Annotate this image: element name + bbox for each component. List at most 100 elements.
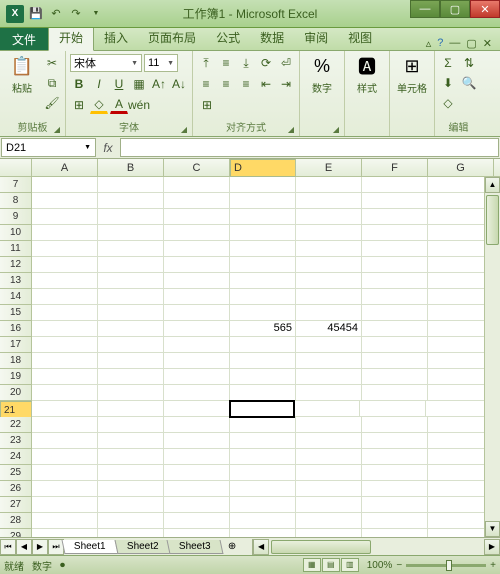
zoom-in-icon[interactable]: + [490,560,496,571]
save-icon[interactable]: 💾 [28,6,44,22]
cell[interactable] [230,433,296,449]
cell[interactable] [164,305,230,321]
row-header[interactable]: 20 [0,385,32,401]
view-pagelayout-icon[interactable]: ▤ [322,558,340,572]
scroll-down-icon[interactable]: ▼ [485,521,500,537]
wrap-text-icon[interactable]: ⏎ [277,54,295,72]
cell[interactable] [296,465,362,481]
cell[interactable] [362,305,428,321]
clear-icon[interactable]: ◇ [439,94,457,112]
cell[interactable] [296,337,362,353]
cell[interactable] [98,369,164,385]
cell[interactable] [98,385,164,401]
grid-body[interactable]: 7891011121314151656545454171819202122232… [0,177,500,537]
cell[interactable] [32,433,98,449]
cells-button[interactable]: ⊞ 单元格 [394,54,430,95]
underline-button[interactable]: U [110,75,128,93]
cell[interactable] [362,257,428,273]
cell[interactable] [164,401,230,417]
cell[interactable] [296,449,362,465]
cell[interactable] [98,305,164,321]
row-header[interactable]: 7 [0,177,32,193]
cell[interactable] [296,529,362,537]
cell[interactable] [230,449,296,465]
row-header[interactable]: 16 [0,321,32,337]
cell[interactable]: 565 [230,321,296,337]
cell[interactable] [98,449,164,465]
zoom-out-icon[interactable]: − [396,560,402,571]
cell[interactable] [164,497,230,513]
maximize-button[interactable]: ▢ [440,0,470,18]
cell[interactable] [296,241,362,257]
align-top-icon[interactable]: ⤒ [197,54,215,72]
cell[interactable] [32,305,98,321]
cell[interactable] [296,497,362,513]
cell[interactable] [164,321,230,337]
number-dialog-icon[interactable]: ◢ [333,125,339,134]
row-header[interactable]: 19 [0,369,32,385]
cell[interactable] [32,289,98,305]
redo-icon[interactable]: ↷ [68,6,84,22]
hscroll-thumb[interactable] [271,540,371,554]
cell[interactable] [230,289,296,305]
cell[interactable] [362,513,428,529]
align-center-icon[interactable]: ≡ [217,75,235,93]
row-header[interactable]: 23 [0,433,32,449]
cell[interactable] [164,353,230,369]
cell[interactable] [32,369,98,385]
cell[interactable] [98,257,164,273]
cell[interactable] [362,481,428,497]
row-header[interactable]: 8 [0,193,32,209]
grow-font-icon[interactable]: A↑ [150,75,168,93]
select-all-corner[interactable] [0,159,32,176]
cell[interactable] [164,193,230,209]
cell[interactable] [362,225,428,241]
vscroll-thumb[interactable] [486,195,499,245]
cell[interactable] [294,401,360,417]
cell[interactable] [362,193,428,209]
cell[interactable] [98,481,164,497]
row-header[interactable]: 13 [0,273,32,289]
copy-icon[interactable]: ⧉ [43,74,61,92]
row-header[interactable]: 26 [0,481,32,497]
cell[interactable] [296,177,362,193]
scroll-up-icon[interactable]: ▲ [485,177,500,193]
cell[interactable] [98,497,164,513]
cell[interactable] [32,193,98,209]
row-header[interactable]: 25 [0,465,32,481]
cell[interactable] [362,353,428,369]
sheet-tab[interactable]: Sheet3 [167,540,224,554]
cell[interactable] [32,241,98,257]
cell[interactable] [230,481,296,497]
increase-indent-icon[interactable]: ⇥ [277,75,295,93]
clipboard-dialog-icon[interactable]: ◢ [54,125,60,134]
new-sheet-icon[interactable]: ⊕ [222,541,242,552]
cell[interactable] [98,193,164,209]
border-button[interactable]: ▦ [130,75,148,93]
cell[interactable] [296,273,362,289]
fill-icon[interactable]: ⬇ [439,74,457,92]
cell[interactable] [362,369,428,385]
cell[interactable] [164,449,230,465]
cell[interactable] [98,289,164,305]
cell[interactable] [164,209,230,225]
cell[interactable] [362,497,428,513]
cell[interactable] [164,385,230,401]
font-name-select[interactable]: 宋体▼ [70,54,142,72]
cell[interactable] [98,529,164,537]
cell[interactable] [164,513,230,529]
cut-icon[interactable]: ✂ [43,54,61,72]
cell[interactable]: 45454 [296,321,362,337]
cell[interactable] [230,465,296,481]
cell[interactable] [32,353,98,369]
cell[interactable] [362,241,428,257]
cell[interactable] [98,337,164,353]
cell[interactable] [98,417,164,433]
tab-data[interactable]: 数据 [250,25,294,50]
cell[interactable] [296,385,362,401]
cell[interactable] [164,529,230,537]
phonetic-icon[interactable]: wén [130,96,148,114]
row-header[interactable]: 10 [0,225,32,241]
cell[interactable] [362,465,428,481]
column-header[interactable]: A [32,159,98,176]
